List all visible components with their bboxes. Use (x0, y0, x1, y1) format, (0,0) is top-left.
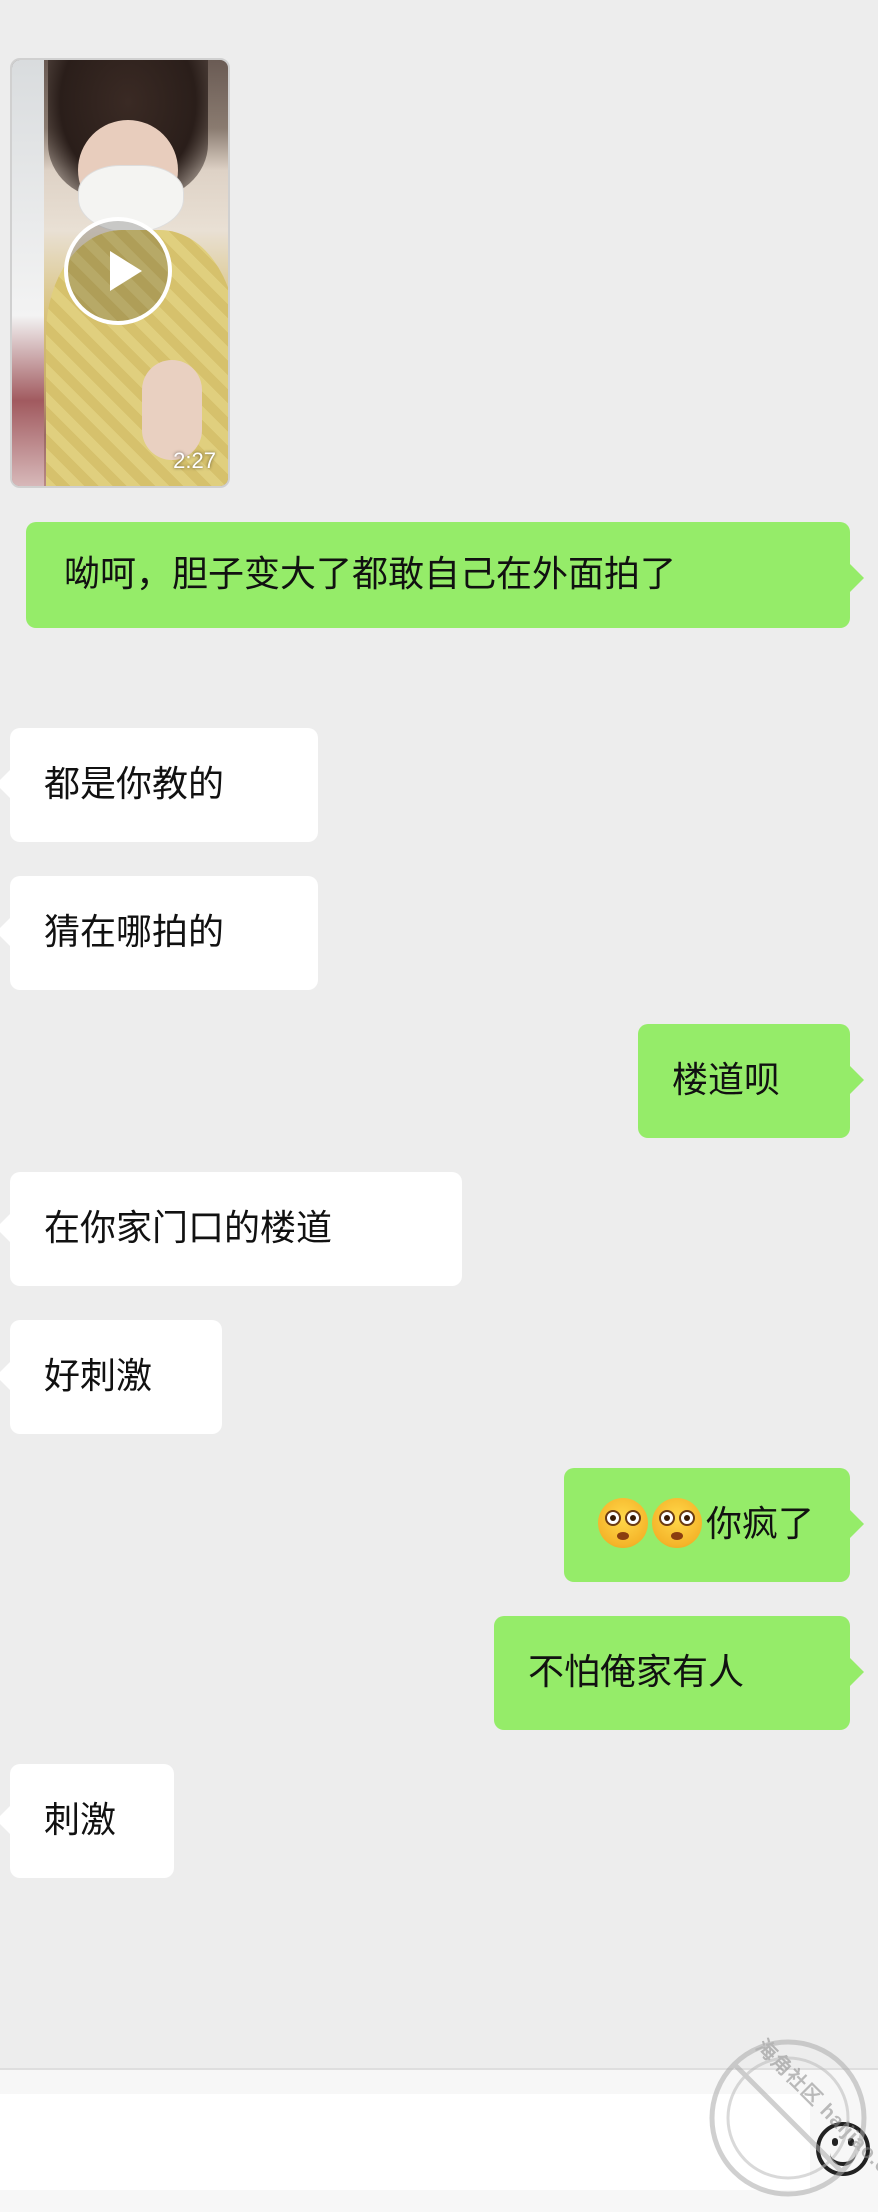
chat-input-bar (0, 2068, 878, 2212)
message-bubble-sent[interactable]: 楼道呗 (638, 1024, 864, 1138)
message-text: 你疯了 (706, 1504, 815, 1545)
message-text: 不怕俺家有人 (528, 1652, 745, 1693)
message-text: 刺激 (44, 1800, 117, 1841)
video-duration: 2:27 (173, 448, 216, 473)
message-text: 在你家门口的楼道 (44, 1208, 333, 1249)
emoji-icon[interactable] (816, 2122, 870, 2176)
message-bubble-sent[interactable]: 你疯了 (564, 1468, 864, 1582)
video-frame-arm (142, 360, 202, 460)
play-icon (110, 251, 142, 291)
video-message-thumbnail[interactable]: 2:27 (10, 58, 230, 488)
flushed-face-icon (652, 1498, 702, 1548)
play-button[interactable] (64, 217, 172, 325)
message-bubble-received[interactable]: 都是你教的 (0, 728, 318, 842)
message-bubble-sent[interactable]: 不怕俺家有人 (494, 1616, 864, 1730)
message-input[interactable] (0, 2094, 810, 2190)
message-bubble-received[interactable]: 猜在哪拍的 (0, 876, 318, 990)
message-bubble-received[interactable]: 刺激 (0, 1764, 174, 1878)
message-bubble-sent[interactable]: 呦呵，胆子变大了都敢自己在外面拍了 (26, 522, 864, 628)
message-text: 好刺激 (44, 1356, 153, 1397)
message-text: 猜在哪拍的 (44, 912, 225, 953)
message-bubble-received[interactable]: 好刺激 (0, 1320, 222, 1434)
message-text: 呦呵，胆子变大了都敢自己在外面拍了 (64, 554, 677, 595)
message-text: 楼道呗 (672, 1060, 781, 1101)
flushed-face-icon (598, 1498, 648, 1548)
video-frame-background (12, 60, 44, 486)
message-bubble-received[interactable]: 在你家门口的楼道 (0, 1172, 462, 1286)
message-text: 都是你教的 (44, 764, 225, 805)
chat-area: 2:27 呦呵，胆子变大了都敢自己在外面拍了 都是你教的 猜在哪拍的 楼道呗 在… (0, 0, 878, 2068)
